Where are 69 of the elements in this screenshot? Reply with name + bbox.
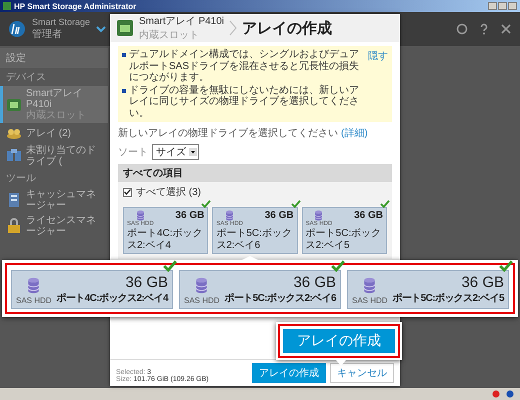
item-label: ライセンスマネージャー [26,215,97,237]
group-header: すべての項目 [118,164,392,182]
chevron-icon[interactable] [96,25,106,33]
drive-capacity: 36 GB [354,210,383,221]
item-label: 未割り当てのドライブ ( [26,145,97,167]
sidebar-link[interactable]: 設定 [0,48,108,68]
sidebar-item[interactable]: アレイ (2) [0,123,108,143]
logo-icon [8,20,26,38]
breadcrumb-title[interactable]: Smartアレイ P410i [139,14,224,28]
notice-text: ドライブの容量を無駄にしないためには、新しいアレイに同じサイズの物理ドライブを選択してください。 [129,84,360,119]
drive-location: ポート5C:ボックス2:ベイ5 [392,292,504,305]
check-icon [331,260,345,272]
sidebar-item[interactable]: 未割り当てのドライブ ( [0,143,108,169]
drive-capacity: 36 GB [293,274,336,291]
drive-type: SAS HDD [16,296,52,305]
drive-location: ポート4C:ボックス2:ベイ4 [127,228,204,251]
ball-icon[interactable] [492,390,500,398]
window-title: HP Smart Storage Administrator [14,2,136,10]
drive-card[interactable]: SAS HDD 36 GB ポート5C:ボックス2:ベイ5 [347,270,509,309]
check-icon [499,260,513,272]
sidebar-section: ツール [0,169,108,187]
notice-text: デュアルドメイン構成では、シングルおよびデュアルポートSASドライブを混在させると冗長性の損失につながります。 [129,49,360,84]
drive-type: SAS HDD [352,296,388,305]
dialog-title: アレイの作成 [242,18,332,38]
breadcrumb-subtitle: 内蔵スロット [139,28,200,42]
drive-location: ポート4C:ボックス2:ベイ4 [56,292,168,305]
check-icon [380,200,390,208]
drive-capacity: 36 GB [264,210,294,221]
check-icon [201,200,212,208]
chevron-icon [229,20,238,36]
drive-location: ポート5C:ボックス2:ベイ6 [224,292,336,305]
close-button[interactable] [508,2,517,10]
maximize-button[interactable] [498,2,507,10]
create-button[interactable]: アレイの作成 [252,363,326,383]
app-title: Smart Storage [32,17,90,27]
hide-link[interactable]: 隠す [368,49,388,119]
drive-card[interactable]: SAS HDD 36 GB ポート5C:ボックス2:ベイ6 [179,270,341,309]
cancel-button[interactable]: キャンセル [330,363,394,383]
checkbox[interactable] [123,188,132,196]
bullet-icon [122,88,126,92]
drive-location: ポート5C:ボックス2:ベイ5 [306,228,382,251]
drive-capacity: 36 GB [461,274,504,291]
controller-icon [116,19,134,37]
drive-type: SAS HDD [184,296,220,305]
app-icon [3,2,11,10]
sort-dropdown[interactable]: サイズ [152,144,199,160]
sidebar-item[interactable]: ライセンスマネージャー [0,213,108,239]
drive-location: ポート5C:ボックス2:ベイ6 [216,228,293,251]
sidebar-item[interactable]: キャッシュマネージャー [0,187,108,213]
prompt-text: 新しいアレイの物理ドライブを選択してください [118,126,338,140]
drive-capacity: 36 GB [125,274,168,291]
drive-capacity: 36 GB [175,210,204,221]
item-label: アレイ (2) [26,128,71,138]
check-icon [163,260,177,272]
create-button[interactable]: アレイの作成 [283,329,395,353]
sort-label: ソート [118,146,148,159]
check-icon [290,200,301,208]
checkbox-label[interactable]: すべて選択 (3) [136,185,201,199]
sidebar-section: デバイス [0,68,108,86]
item-label: キャッシュマネージャー [26,189,97,211]
refresh-icon[interactable] [456,23,468,35]
drive-card[interactable]: SAS HDD 36 GB ポート4C:ボックス2:ベイ4 [11,270,173,309]
item-label: Smartアレイ P410i [26,88,84,110]
close-icon[interactable] [500,23,512,35]
details-link[interactable]: (詳細) [341,126,368,140]
app-subtitle: 管理者 [32,28,63,41]
caret-icon [189,148,197,156]
bullet-icon [122,53,126,57]
minimize-button[interactable] [488,2,497,10]
